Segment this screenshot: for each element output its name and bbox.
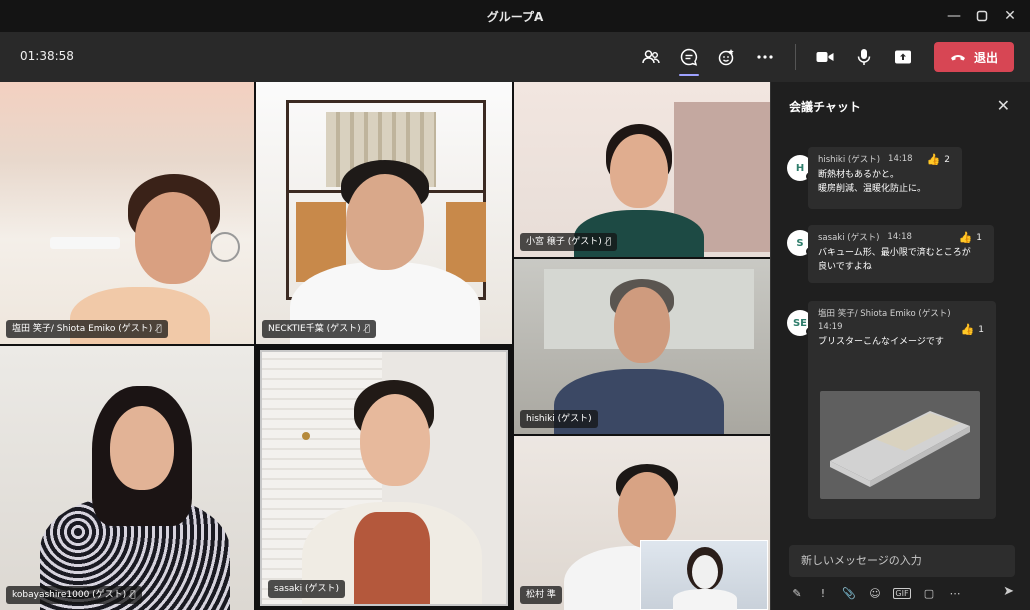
- video-tile[interactable]: kobayashire1000 (ゲスト) 🎙̸: [0, 346, 254, 610]
- meeting-toolbar: 01:38:58 退出: [0, 32, 1030, 82]
- participant-name: kobayashire1000 (ゲスト): [12, 590, 127, 600]
- format-icon[interactable]: ✎: [789, 587, 805, 600]
- people-button[interactable]: [638, 44, 664, 70]
- mic-button[interactable]: [851, 44, 877, 70]
- chat-title: 会議チャット: [789, 100, 861, 114]
- participant-name-label: 塩田 笑子/ Shiota Emiko (ゲスト) 🎙̸: [6, 320, 168, 338]
- air-conditioner: [50, 237, 120, 249]
- chat-message[interactable]: sasaki (ゲスト) 14:18 👍 1 バキューム形、最小限で済むところが 良…: [808, 225, 994, 283]
- participant-name-label: NECKTIE千葉 (ゲスト) 🎙̸: [262, 320, 377, 338]
- blister-pack-image: [830, 411, 970, 487]
- reaction-badge[interactable]: 👍 1: [959, 231, 982, 244]
- avatar-initial: SE: [792, 317, 808, 329]
- reaction-count: 1: [976, 232, 982, 243]
- toolbar-divider: [795, 44, 796, 70]
- window-title: グループA: [486, 10, 544, 24]
- people-icon: [642, 50, 660, 64]
- message-time: 14:18: [888, 154, 913, 164]
- video-tile[interactable]: 塩田 笑子/ Shiota Emiko (ゲスト) 🎙̸: [0, 82, 254, 344]
- emoji-icon[interactable]: ☺: [867, 587, 883, 600]
- message-text-line: 暖房削減、温暖化防止に。: [818, 184, 927, 194]
- message-time: 14:18: [887, 232, 912, 242]
- reaction-badge[interactable]: 👍 2: [927, 153, 950, 166]
- reaction-count: 2: [944, 154, 950, 165]
- storage-box: [446, 202, 486, 282]
- priority-icon[interactable]: !: [815, 587, 831, 600]
- more-icon: [757, 55, 773, 59]
- mic-off-icon: 🎙̸: [364, 324, 371, 334]
- reactions-icon: [718, 49, 734, 66]
- video-tile[interactable]: NECKTIE千葉 (ゲスト) 🎙̸: [256, 82, 512, 344]
- attach-icon[interactable]: 📎: [841, 587, 857, 600]
- participant-name: 塩田 笑子/ Shiota Emiko (ゲスト): [12, 324, 153, 334]
- message-input[interactable]: 新しいメッセージの入力: [789, 545, 1015, 577]
- participant-name: sasaki (ゲスト): [274, 584, 340, 594]
- video-tile[interactable]: 小宮 穣子 (ゲスト) 🎙̸: [514, 82, 770, 257]
- reaction-count: 1: [978, 324, 984, 335]
- camera-icon: [816, 52, 834, 62]
- message-text-line: ブリスターこんなイメージです: [818, 337, 944, 347]
- wall-clock: [210, 232, 240, 262]
- close-window-icon[interactable]: ✕: [1000, 6, 1020, 26]
- avatar-initial: S: [796, 237, 804, 249]
- participant-name: hishiki (ゲスト): [526, 414, 592, 424]
- reaction-badge[interactable]: 👍 1: [961, 323, 984, 336]
- camera-button[interactable]: [812, 44, 838, 70]
- mic-off-icon: 🎙̸: [130, 590, 136, 600]
- meeting-chat-panel: 会議チャット ✕ H hishiki (ゲスト) 14:18 👍 2 断熱材もあるか…: [770, 82, 1030, 610]
- send-icon[interactable]: ➤: [1003, 584, 1014, 599]
- call-timer: 01:38:58: [20, 49, 74, 63]
- mic-off-icon: 🎙̸: [156, 324, 162, 334]
- participant-name-label: hishiki (ゲスト): [520, 410, 598, 428]
- participant-name: NECKTIE千葉 (ゲスト): [268, 324, 361, 334]
- minimize-icon[interactable]: —: [944, 6, 964, 26]
- message-author: hishiki (ゲスト): [818, 155, 881, 165]
- leave-label: 退出: [973, 50, 998, 65]
- message-text-line: バキューム形、最小限で済むところが: [818, 248, 971, 258]
- message-author: sasaki (ゲスト): [818, 233, 880, 243]
- avatar-initial: H: [795, 162, 805, 174]
- video-stage: 塩田 笑子/ Shiota Emiko (ゲスト) 🎙̸ NECKTIE千葉 (ゲ…: [0, 82, 770, 610]
- mic-off-icon: 🎙̸: [605, 237, 612, 247]
- share-icon: [895, 50, 911, 64]
- video-tile[interactable]: 松村 準: [514, 436, 770, 610]
- hang-up-icon: [950, 55, 965, 61]
- thumbs-up-icon: 👍: [958, 231, 973, 244]
- chat-icon: [680, 48, 698, 66]
- gif-icon[interactable]: GIF: [893, 587, 911, 599]
- thumbs-up-icon: 👍: [926, 153, 941, 166]
- thumbs-up-icon: 👍: [960, 323, 975, 336]
- leave-button[interactable]: 退出: [934, 42, 1014, 72]
- message-text-line: 断熱材もあるかと。: [818, 170, 900, 180]
- self-view-body: [673, 589, 737, 610]
- participant-name: 小宮 穣子 (ゲスト): [526, 237, 602, 247]
- compose-toolbar: ✎ ! 📎 ☺ GIF ▢ ⋯: [789, 582, 1019, 604]
- participant-name-label: kobayashire1000 (ゲスト) 🎙̸: [6, 586, 142, 604]
- more-options-button[interactable]: [752, 44, 778, 70]
- message-time: 14:19: [818, 322, 843, 332]
- mic-icon: [857, 49, 871, 65]
- message-text-line: 良いですよね: [818, 262, 872, 272]
- participant-name-label: 小宮 穣子 (ゲスト) 🎙̸: [520, 233, 618, 251]
- video-tile[interactable]: sasaki (ゲスト): [260, 350, 508, 606]
- chat-message[interactable]: 塩田 笑子/ Shiota Emiko (ゲスト) 14:19 👍 1 ブリスター…: [808, 301, 996, 519]
- title-bar: グループA — ✕: [0, 0, 1030, 32]
- chat-message[interactable]: hishiki (ゲスト) 14:18 👍 2 断熱材もあるかと。 暖房削減、温暖化…: [808, 147, 962, 209]
- chat-button[interactable]: [676, 44, 702, 76]
- participant-name: 松村 準: [526, 590, 556, 600]
- sticker-icon[interactable]: ▢: [921, 587, 937, 600]
- close-icon[interactable]: ✕: [997, 96, 1010, 115]
- self-view[interactable]: [640, 540, 768, 610]
- participant-name-label: sasaki (ゲスト): [268, 580, 346, 598]
- share-screen-button[interactable]: [890, 44, 916, 70]
- message-author: 塩田 笑子/ Shiota Emiko (ゲスト): [818, 309, 951, 319]
- video-tile[interactable]: hishiki (ゲスト): [514, 259, 770, 434]
- participant-name-label: 松村 準: [520, 586, 562, 604]
- maximize-icon[interactable]: [972, 6, 992, 26]
- attached-image[interactable]: [820, 391, 980, 499]
- reactions-button[interactable]: [714, 44, 740, 70]
- more-icon[interactable]: ⋯: [947, 587, 963, 600]
- door-knob: [302, 432, 310, 440]
- self-view-face: [692, 555, 718, 589]
